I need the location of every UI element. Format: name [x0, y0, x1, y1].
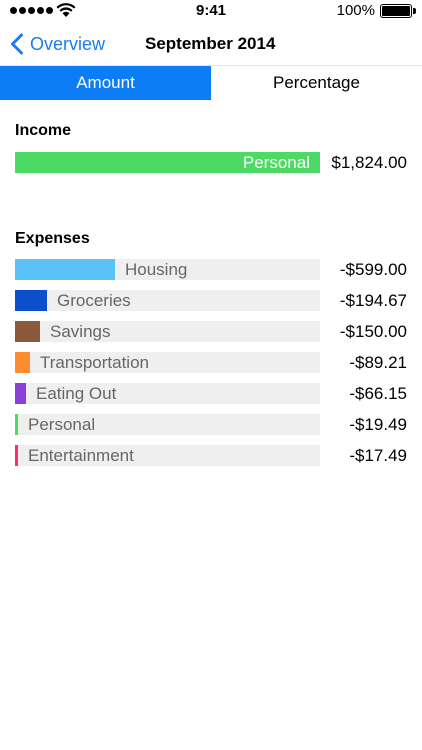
segment-amount[interactable]: Amount — [0, 66, 211, 100]
bar-fill — [15, 445, 18, 466]
expenses-row[interactable]: Eating Out -$66.15 — [15, 383, 407, 404]
income-row[interactable]: Personal $1,824.00 — [15, 152, 407, 173]
amount-value: -$66.15 — [349, 384, 407, 403]
amount-value: -$17.49 — [349, 446, 407, 465]
bar-fill — [15, 414, 18, 435]
amount-value: -$89.21 — [349, 353, 407, 372]
navigation-bar: Overview September 2014 — [0, 22, 422, 66]
expenses-row[interactable]: Personal -$19.49 — [15, 414, 407, 435]
amount-value: -$194.67 — [339, 291, 407, 310]
expenses-row[interactable]: Entertainment -$17.49 — [15, 445, 407, 466]
category-label: Personal — [242, 153, 310, 172]
battery-icon — [380, 4, 412, 18]
battery-tip — [413, 8, 416, 14]
category-label: Savings — [50, 322, 111, 341]
chevron-left-icon — [11, 33, 23, 55]
expenses-row[interactable]: Groceries -$194.67 — [15, 290, 407, 311]
amount-value: -$150.00 — [339, 322, 407, 341]
bar-fill — [15, 383, 26, 404]
segment-percentage[interactable]: Percentage — [211, 66, 422, 100]
status-bar: 9:41 100% — [0, 0, 422, 22]
category-label: Entertainment — [28, 446, 134, 465]
expenses-row[interactable]: Transportation -$89.21 — [15, 352, 407, 373]
expenses-section-title: Expenses — [15, 230, 90, 247]
amount-value: -$19.49 — [349, 415, 407, 434]
bar-fill — [15, 290, 47, 311]
expenses-row[interactable]: Savings -$150.00 — [15, 321, 407, 342]
back-button-label: Overview — [30, 33, 106, 54]
amount-value: -$599.00 — [339, 260, 407, 279]
category-label: Transportation — [40, 353, 149, 372]
bar-fill — [15, 321, 40, 342]
category-label: Groceries — [57, 291, 131, 310]
page-title: September 2014 — [145, 34, 276, 53]
back-button[interactable]: Overview — [10, 30, 105, 58]
category-label: Personal — [28, 415, 96, 434]
category-label: Eating Out — [36, 384, 117, 403]
bar-fill — [15, 259, 115, 280]
amount-value: $1,824.00 — [331, 153, 407, 172]
income-section-title: Income — [15, 122, 72, 139]
view-mode-segmented-control: Amount Percentage — [0, 66, 422, 100]
battery-percentage: 100% — [336, 2, 375, 19]
bar-fill — [15, 352, 30, 373]
category-label: Housing — [125, 260, 188, 279]
expenses-row[interactable]: Housing -$599.00 — [15, 259, 407, 280]
